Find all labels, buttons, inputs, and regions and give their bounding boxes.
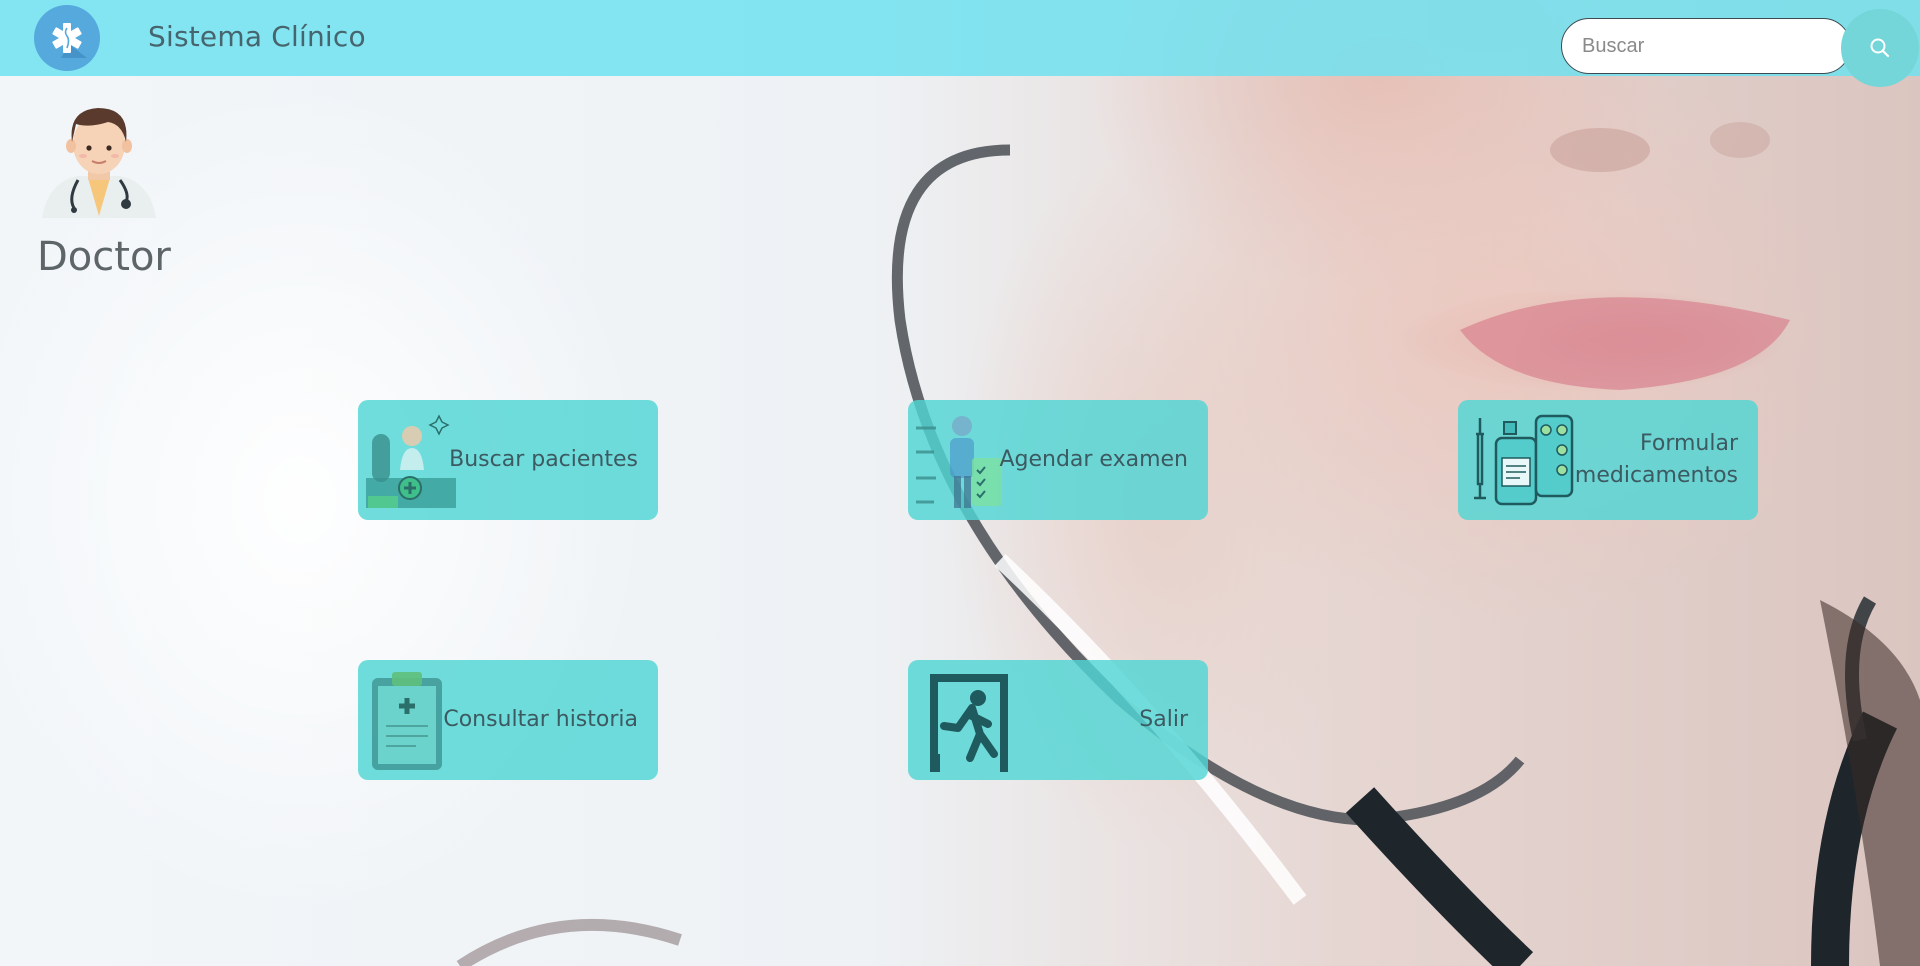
medical-star-icon[interactable] (34, 5, 100, 71)
user-role: Doctor (37, 234, 171, 280)
search-patients-button[interactable]: Buscar pacientes (358, 400, 658, 520)
search-icon (1870, 38, 1890, 58)
app-title: Sistema Clínico (148, 20, 366, 53)
schedule-exam-label: Agendar examen (999, 447, 1188, 472)
logout-label: Salir (1139, 707, 1188, 732)
search-box (1561, 9, 1919, 87)
patient-checklist-icon (916, 416, 1002, 508)
schedule-exam-button[interactable]: Agendar examen (908, 400, 1208, 520)
view-history-button[interactable]: Consultar historia (358, 660, 658, 780)
exit-door-icon (930, 674, 1008, 772)
prescribe-medication-label: Formular medicamentos (1574, 431, 1738, 488)
search-button[interactable] (1841, 9, 1919, 87)
doctor-desk-icon (366, 414, 456, 508)
top-bar: Sistema Clínico (0, 0, 1920, 87)
prescribe-medication-button[interactable]: Formular medicamentos (1458, 400, 1758, 520)
search-input[interactable] (1561, 18, 1851, 74)
logout-button[interactable]: Salir (908, 660, 1208, 780)
view-history-label: Consultar historia (443, 707, 638, 732)
search-patients-label: Buscar pacientes (449, 447, 638, 472)
doctor-avatar-icon (42, 108, 156, 218)
